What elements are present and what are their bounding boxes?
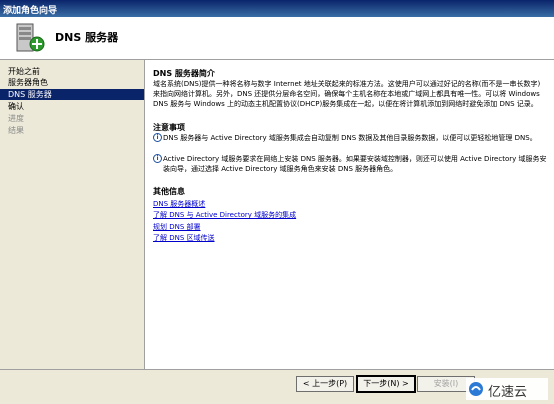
wizard-header: DNS 服务器 <box>0 17 554 60</box>
step-server-roles[interactable]: 服务器角色 <box>0 77 144 88</box>
info-icon: i <box>153 154 162 163</box>
window-title: 添加角色向导 <box>3 6 58 16</box>
link-dns-zone-transfer[interactable]: 了解 DNS 区域传送 <box>153 233 215 243</box>
watermark-text: 亿速云 <box>488 385 528 400</box>
step-confirmation[interactable]: 确认 <box>0 101 144 112</box>
notes-heading: 注意事项 <box>153 123 185 132</box>
step-before-you-begin[interactable]: 开始之前 <box>0 66 144 77</box>
link-dns-ad-integration[interactable]: 了解 DNS 与 Active Directory 域服务的集成 <box>153 210 296 220</box>
wizard-content: DNS 服务器简介 域名系统(DNS)提供一种将名称与数字 Internet 地… <box>145 60 554 369</box>
watermark: 亿速云 <box>466 378 548 400</box>
step-progress: 进度 <box>8 114 24 123</box>
title-bar[interactable]: 添加角色向导 <box>0 0 554 17</box>
cloud-logo-icon <box>469 382 483 396</box>
back-button[interactable]: < 上一步(P) <box>296 376 354 392</box>
intro-text: 域名系统(DNS)提供一种将名称与数字 Internet 地址关联起来的标准方法… <box>153 80 541 108</box>
note-text: Active Directory 域服务要求在网络上安装 DNS 服务器。如果要… <box>163 155 547 173</box>
step-results: 结果 <box>8 126 24 135</box>
more-info-heading: 其他信息 <box>153 187 185 196</box>
page-title: DNS 服务器 <box>55 31 119 44</box>
wizard-step-list: 开始之前 服务器角色 DNS 服务器 确认 进度 结果 <box>0 60 145 369</box>
wizard-footer: < 上一步(P) 下一步(N) > 安装(I) 亿速云 <box>0 369 554 404</box>
info-icon: i <box>153 133 162 142</box>
next-button[interactable]: 下一步(N) > <box>356 375 416 393</box>
intro-heading: DNS 服务器简介 <box>153 69 215 78</box>
server-role-icon <box>16 23 45 52</box>
note-text: DNS 服务器与 Active Directory 域服务集成会自动复制 DNS… <box>163 134 537 142</box>
link-dns-overview[interactable]: DNS 服务器概述 <box>153 199 205 209</box>
link-plan-dns-deployment[interactable]: 规划 DNS 部署 <box>153 222 201 232</box>
step-dns-server[interactable]: DNS 服务器 <box>0 89 144 100</box>
